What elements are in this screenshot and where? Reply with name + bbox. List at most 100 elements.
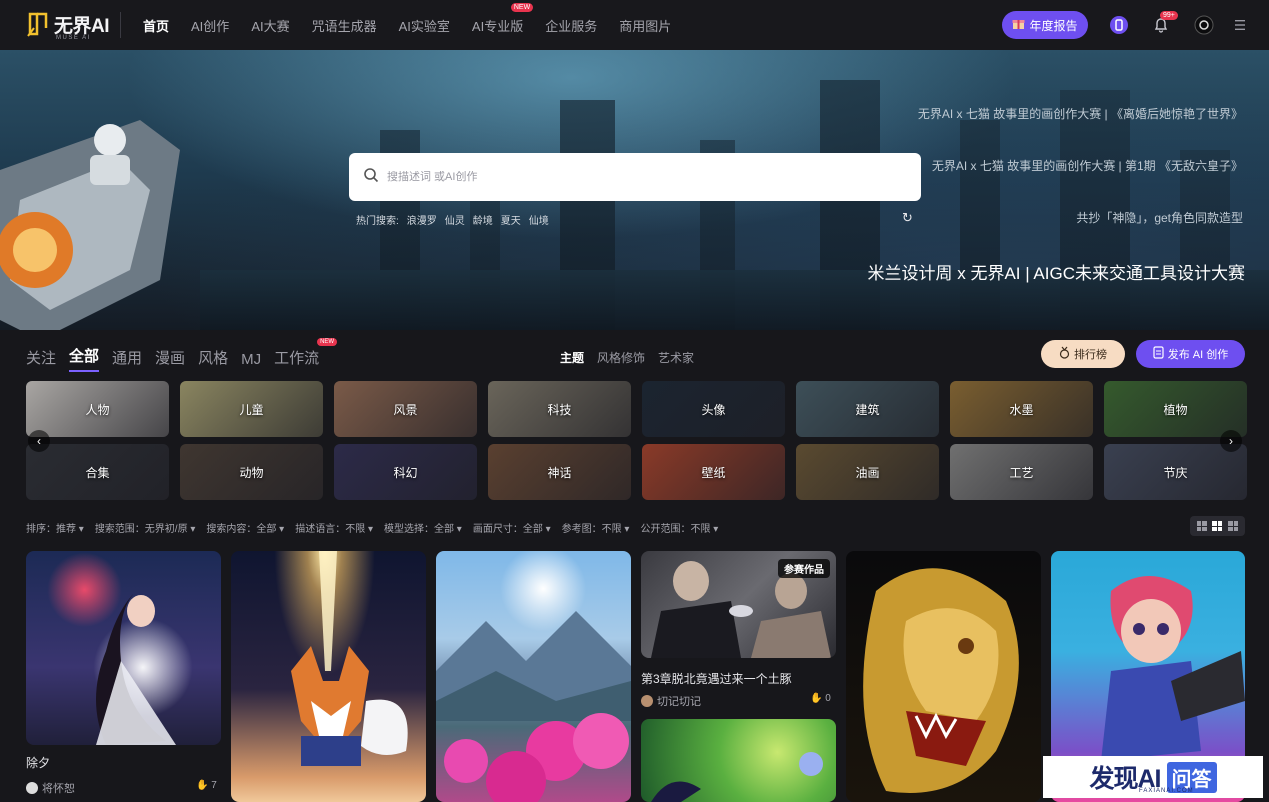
logo[interactable]: 无界AI MUSE AI bbox=[26, 10, 110, 41]
filter-dropdown[interactable]: 模型选择：全部 ▾ bbox=[384, 520, 462, 535]
category-tile[interactable]: 工艺 bbox=[950, 444, 1093, 500]
medal-icon bbox=[1059, 346, 1070, 362]
featured-promo[interactable]: 米兰设计周 x 无界AI | AIGC未来交通工具设计大赛 bbox=[868, 259, 1246, 284]
promo-link[interactable]: 共抄「神隐」，get角色同款造型 bbox=[1076, 209, 1243, 226]
chevron-left-icon[interactable]: ‹ bbox=[28, 430, 50, 452]
publish-label: 发布 AI 创作 bbox=[1167, 349, 1229, 361]
nav-ai-contest[interactable]: AI大赛 bbox=[251, 16, 289, 35]
hot-search-term[interactable]: 仙灵 bbox=[445, 212, 465, 227]
artwork-card[interactable] bbox=[846, 551, 1041, 802]
filter-dropdown[interactable]: 搜索内容：全部 ▾ bbox=[206, 520, 284, 535]
category-tile[interactable]: 人物 bbox=[26, 381, 169, 437]
ranking-button[interactable]: 排行榜 bbox=[1041, 340, 1125, 368]
new-badge: NEW bbox=[510, 2, 534, 12]
artwork-card[interactable] bbox=[26, 551, 221, 745]
category-tile[interactable]: 水墨 bbox=[950, 381, 1093, 437]
artwork-author[interactable]: 切记切记 bbox=[641, 693, 701, 709]
category-tile-label: 工艺 bbox=[1009, 465, 1034, 480]
artwork-image bbox=[651, 752, 823, 802]
subtab-style-modifier[interactable]: 风格修饰 bbox=[597, 349, 645, 366]
hot-search-term[interactable]: 浪漫罗 bbox=[407, 212, 437, 227]
tab-workflow[interactable]: 工作流 NEW bbox=[274, 338, 338, 372]
search-input[interactable] bbox=[387, 171, 887, 183]
nav-home[interactable]: 首页 bbox=[143, 16, 169, 35]
like-count[interactable]: ✋ 7 bbox=[196, 780, 217, 791]
publish-button[interactable]: 发布 AI 创作 bbox=[1136, 340, 1245, 368]
category-tile[interactable]: 建筑 bbox=[796, 381, 939, 437]
menu-icon[interactable] bbox=[1230, 15, 1250, 35]
hero-banner: 热门搜索: 浪漫罗 仙灵 龄境 夏天 仙境 ↻ 无界AI x 七猫 故事里的画创… bbox=[0, 50, 1269, 330]
artwork-title[interactable]: 第3章脱北竟遇过来一个土豚 bbox=[641, 670, 792, 687]
logo-subtext: MUSE AI bbox=[56, 35, 91, 41]
promo-link[interactable]: 无界AI x 七猫 故事里的画创作大赛 | 第1期 《无敌六皇子》 bbox=[932, 157, 1243, 174]
filter-dropdown[interactable]: 描述语言：不限 ▾ bbox=[295, 520, 373, 535]
hot-search-term[interactable]: 龄境 bbox=[473, 212, 493, 227]
artwork-card[interactable]: 参赛作品 bbox=[641, 551, 836, 658]
filter-label: 搜索范围：无界初/原 bbox=[94, 524, 188, 535]
category-tile[interactable]: 头像 bbox=[642, 381, 785, 437]
hot-search-term[interactable]: 仙境 bbox=[529, 212, 549, 227]
tab-style[interactable]: 风格 bbox=[198, 347, 228, 372]
tab-general[interactable]: 通用 bbox=[112, 347, 142, 372]
filter-dropdown[interactable]: 参考图：不限 ▾ bbox=[562, 520, 630, 535]
grid-large-icon[interactable] bbox=[1196, 521, 1207, 531]
filter-dropdown[interactable]: 搜索范围：无界初/原 ▾ bbox=[95, 520, 196, 535]
category-tile[interactable]: 壁纸 bbox=[642, 444, 785, 500]
artwork-card[interactable] bbox=[231, 551, 426, 802]
hot-search-term[interactable]: 夏天 bbox=[501, 212, 521, 227]
tab-all[interactable]: 全部 bbox=[69, 345, 100, 372]
category-tile[interactable]: 油画 bbox=[796, 444, 939, 500]
nav-ai-create[interactable]: AI创作 bbox=[191, 16, 229, 35]
tab-comic[interactable]: 漫画 bbox=[155, 347, 185, 372]
artwork-title[interactable]: 除夕 bbox=[26, 754, 50, 771]
chevron-down-icon: ▾ bbox=[454, 524, 462, 535]
filter-dropdown[interactable]: 画面尺寸：全部 ▾ bbox=[473, 520, 551, 535]
category-tile[interactable]: 植物 bbox=[1104, 381, 1247, 437]
category-tabs: 关注 全部 通用 漫画 风格 MJ 工作流 NEW bbox=[26, 338, 338, 372]
filter-dropdown[interactable]: 排序：推荐 ▾ bbox=[26, 520, 84, 535]
filter-label: 模型选择：全部 bbox=[384, 524, 455, 535]
nav-commercial-images[interactable]: 商用图片 bbox=[619, 16, 671, 35]
spaceship-illustration bbox=[0, 120, 180, 330]
gift-icon bbox=[1012, 17, 1025, 33]
divider bbox=[120, 12, 121, 38]
category-tile-label: 油画 bbox=[855, 465, 880, 480]
tab-follow[interactable]: 关注 bbox=[26, 347, 56, 372]
tab-mj[interactable]: MJ bbox=[241, 351, 261, 372]
artwork-card[interactable] bbox=[641, 719, 836, 802]
annual-report-label: 年度报告 bbox=[1029, 18, 1078, 33]
watermark: 发现AI 问答 FAXIANAI.COM bbox=[1043, 756, 1263, 798]
category-tile[interactable]: 科幻 bbox=[334, 444, 477, 500]
nav-ai-lab[interactable]: AI实验室 bbox=[399, 16, 450, 35]
grid-medium-icon[interactable] bbox=[1212, 521, 1223, 531]
subtab-theme[interactable]: 主题 bbox=[560, 349, 584, 366]
user-avatar[interactable] bbox=[1194, 15, 1214, 35]
filter-dropdown[interactable]: 公开范围：不限 ▾ bbox=[640, 520, 718, 535]
like-count[interactable]: ✋ 0 bbox=[810, 693, 831, 704]
category-tiles: 人物 儿童 风景 科技 头像 建筑 水墨 植物合集 动物 科幻 神话 壁纸 油画 工艺 节庆 bbox=[26, 381, 1247, 500]
category-tile[interactable]: 合集 bbox=[26, 444, 169, 500]
chevron-right-icon[interactable]: › bbox=[1220, 430, 1242, 452]
refresh-icon[interactable]: ↻ bbox=[902, 210, 913, 226]
category-tile[interactable]: 神话 bbox=[488, 444, 631, 500]
nav-ai-pro[interactable]: AI专业版 NEW bbox=[472, 2, 534, 35]
grid-small-icon[interactable] bbox=[1228, 521, 1239, 531]
chevron-down-icon: ▾ bbox=[276, 524, 285, 535]
promo-link[interactable]: 无界AI x 七猫 故事里的画创作大赛 | 《离婚后她惊艳了世界》 bbox=[918, 105, 1243, 122]
membership-icon[interactable] bbox=[1109, 15, 1129, 35]
category-tile[interactable]: 动物 bbox=[180, 444, 323, 500]
artwork-image bbox=[863, 568, 1019, 793]
nav-prompt-generator[interactable]: 咒语生成器 bbox=[312, 16, 377, 35]
avatar bbox=[641, 695, 653, 707]
category-tile[interactable]: 科技 bbox=[488, 381, 631, 437]
artwork-card[interactable] bbox=[436, 551, 631, 802]
search-bar[interactable] bbox=[349, 153, 921, 201]
annual-report-button[interactable]: 年度报告 bbox=[1002, 11, 1088, 39]
category-tile[interactable]: 节庆 bbox=[1104, 444, 1247, 500]
category-tile[interactable]: 儿童 bbox=[180, 381, 323, 437]
contest-entry-badge: 参赛作品 bbox=[778, 559, 830, 578]
category-tile[interactable]: 风景 bbox=[334, 381, 477, 437]
nav-enterprise[interactable]: 企业服务 bbox=[545, 16, 597, 35]
subtab-artist[interactable]: 艺术家 bbox=[658, 349, 694, 366]
artwork-author[interactable]: 将怀恕 bbox=[26, 780, 75, 796]
